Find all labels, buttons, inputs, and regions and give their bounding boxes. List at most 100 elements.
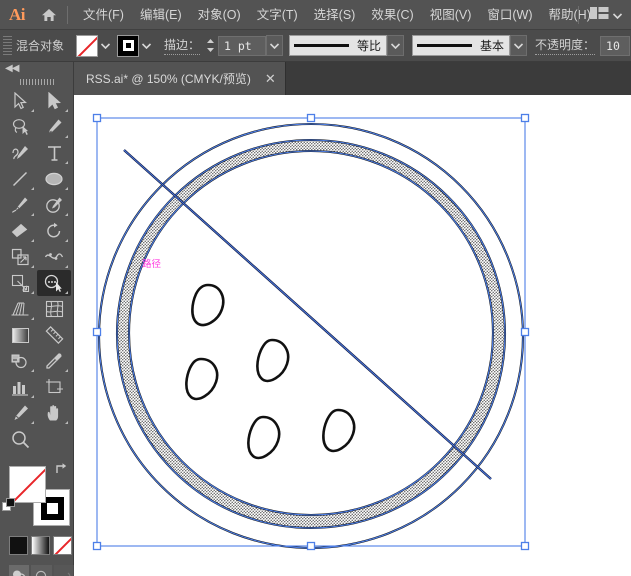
none-mode-button[interactable] bbox=[53, 536, 72, 555]
ellipse-tool-icon[interactable] bbox=[37, 166, 71, 192]
gradient-tool-icon[interactable] bbox=[3, 322, 37, 348]
menu-divider bbox=[67, 6, 68, 24]
handle-middle-left[interactable] bbox=[94, 329, 101, 336]
pen-tool-icon[interactable] bbox=[37, 114, 71, 140]
document-tab-rss-ai[interactable]: RSS.ai* @ 150% (CMYK/预览) ✕ bbox=[74, 62, 286, 95]
tool-flyout-indicator bbox=[65, 421, 68, 424]
illustrator-window: Ai 文件(F) 编辑(E) 对象(O) 文字(T) 选择(S) 效果(C) 视… bbox=[0, 0, 631, 576]
rind-stipple-band bbox=[117, 140, 505, 528]
control-bar: 混合对象 描边： 1 pt bbox=[0, 30, 631, 62]
menu-view[interactable]: 视图(V) bbox=[422, 0, 480, 30]
rotate-tool-icon[interactable] bbox=[37, 218, 71, 244]
opacity-control: 不透明度： 10 bbox=[535, 36, 630, 56]
measure-tool-icon[interactable] bbox=[37, 322, 71, 348]
panel-grip-icon[interactable] bbox=[3, 36, 12, 56]
variable-width-profile-select[interactable]: 等比 bbox=[289, 35, 387, 56]
handle-top-left[interactable] bbox=[94, 115, 101, 122]
tool-flyout-indicator bbox=[31, 421, 34, 424]
tool-flyout-indicator bbox=[31, 239, 34, 242]
free-transform-tool-icon[interactable] bbox=[3, 270, 37, 296]
hand-tool-icon[interactable] bbox=[37, 400, 71, 426]
handle-bottom-center[interactable] bbox=[308, 543, 315, 550]
fill-swatch[interactable] bbox=[76, 35, 98, 57]
direct-selection-tool-icon[interactable] bbox=[37, 88, 71, 114]
paintbrush-tool-icon[interactable] bbox=[3, 192, 37, 218]
tool-flyout-indicator bbox=[65, 369, 68, 372]
menu-window[interactable]: 窗口(W) bbox=[479, 0, 540, 30]
tool-flyout-indicator bbox=[31, 187, 34, 190]
menu-edit[interactable]: 编辑(E) bbox=[132, 0, 190, 30]
perspective-grid-tool-icon[interactable] bbox=[3, 296, 37, 322]
menu-effect[interactable]: 效果(C) bbox=[363, 0, 421, 30]
gradient-mode-button[interactable] bbox=[31, 536, 50, 555]
fill-stroke-controls bbox=[0, 458, 74, 534]
menu-item-list: 文件(F) 编辑(E) 对象(O) 文字(T) 选择(S) 效果(C) 视图(V… bbox=[75, 0, 599, 30]
close-icon[interactable]: ✕ bbox=[265, 72, 276, 85]
tool-flyout-indicator bbox=[31, 109, 34, 112]
tool-flyout-indicator bbox=[65, 135, 68, 138]
handle-bottom-left[interactable] bbox=[94, 543, 101, 550]
workspace-divider bbox=[578, 6, 579, 24]
draw-normal-button[interactable] bbox=[9, 565, 29, 576]
curvature-tool-icon[interactable] bbox=[3, 140, 37, 166]
mesh-tool-icon[interactable] bbox=[37, 296, 71, 322]
draw-behind-button[interactable] bbox=[31, 565, 51, 576]
tool-flyout-indicator bbox=[31, 369, 34, 372]
tools-panel-header: ◀◀ bbox=[0, 62, 73, 76]
handle-middle-right[interactable] bbox=[522, 329, 529, 336]
document-tab-title: RSS.ai* @ 150% (CMYK/预览) bbox=[86, 70, 251, 87]
column-graph-tool-icon[interactable] bbox=[3, 374, 37, 400]
stepper-up-down-icon[interactable] bbox=[205, 35, 216, 57]
stroke-weight-control: 描边： 1 pt bbox=[164, 35, 289, 57]
tool-flyout-indicator bbox=[65, 239, 68, 242]
chevron-down-icon[interactable] bbox=[98, 35, 113, 57]
opacity-label[interactable]: 不透明度： bbox=[535, 36, 595, 55]
draw-inside-button[interactable] bbox=[54, 565, 74, 576]
lasso-tool-icon[interactable] bbox=[3, 114, 37, 140]
shape-builder-tool-icon[interactable] bbox=[3, 348, 37, 374]
default-fill-stroke-icon[interactable] bbox=[2, 498, 16, 517]
collapse-left-icon[interactable]: ◀◀ bbox=[5, 63, 18, 74]
swap-fill-stroke-icon[interactable] bbox=[54, 462, 69, 482]
brush-definition-select[interactable]: 基本 bbox=[412, 35, 510, 56]
type-tool-icon[interactable] bbox=[37, 140, 71, 166]
menu-object[interactable]: 对象(O) bbox=[190, 0, 249, 30]
line-segment-tool-icon[interactable] bbox=[3, 166, 37, 192]
menu-file[interactable]: 文件(F) bbox=[75, 0, 132, 30]
opacity-input[interactable]: 10 bbox=[600, 36, 630, 56]
stroke-swatch[interactable] bbox=[117, 35, 139, 57]
home-icon[interactable] bbox=[34, 0, 64, 30]
handle-top-right[interactable] bbox=[522, 115, 529, 122]
eyedropper-tool-icon[interactable] bbox=[37, 348, 71, 374]
chevron-down-icon[interactable] bbox=[139, 35, 154, 57]
stroke-weight-input[interactable]: 1 pt bbox=[218, 36, 266, 56]
blend-tool-icon[interactable] bbox=[37, 270, 71, 296]
document-tab-bar: RSS.ai* @ 150% (CMYK/预览) ✕ bbox=[0, 62, 631, 95]
handle-bottom-right[interactable] bbox=[522, 543, 529, 550]
brush-preview-icon bbox=[417, 44, 472, 47]
chevron-down-icon[interactable] bbox=[510, 35, 527, 56]
shaper-tool-icon[interactable] bbox=[37, 192, 71, 218]
width-tool-icon[interactable] bbox=[37, 244, 71, 270]
stroke-weight-label[interactable]: 描边： bbox=[164, 36, 200, 55]
chevron-down-icon[interactable] bbox=[387, 35, 404, 56]
workspace-switcher[interactable] bbox=[584, 0, 628, 30]
eraser-tool-icon[interactable] bbox=[3, 218, 37, 244]
color-mode-button[interactable] bbox=[9, 536, 28, 555]
brush-definition-value: 基本 bbox=[480, 37, 504, 54]
artboard-canvas[interactable]: 路径 bbox=[74, 95, 631, 576]
zoom-tool-icon[interactable] bbox=[3, 426, 37, 452]
slice-tool-icon[interactable] bbox=[3, 400, 37, 426]
menu-type[interactable]: 文字(T) bbox=[249, 0, 306, 30]
tool-flyout-indicator bbox=[31, 291, 34, 294]
scale-tool-icon[interactable] bbox=[3, 244, 37, 270]
menu-select[interactable]: 选择(S) bbox=[306, 0, 364, 30]
panel-grip-icon[interactable] bbox=[0, 76, 73, 88]
chevron-down-icon[interactable] bbox=[266, 35, 283, 56]
artboard-tool-icon[interactable] bbox=[37, 374, 71, 400]
tool-flyout-indicator bbox=[65, 109, 68, 112]
selection-tool-icon[interactable] bbox=[3, 88, 37, 114]
handle-top-center[interactable] bbox=[308, 115, 315, 122]
chevron-down-icon bbox=[613, 6, 622, 24]
tool-flyout-indicator bbox=[31, 395, 34, 398]
